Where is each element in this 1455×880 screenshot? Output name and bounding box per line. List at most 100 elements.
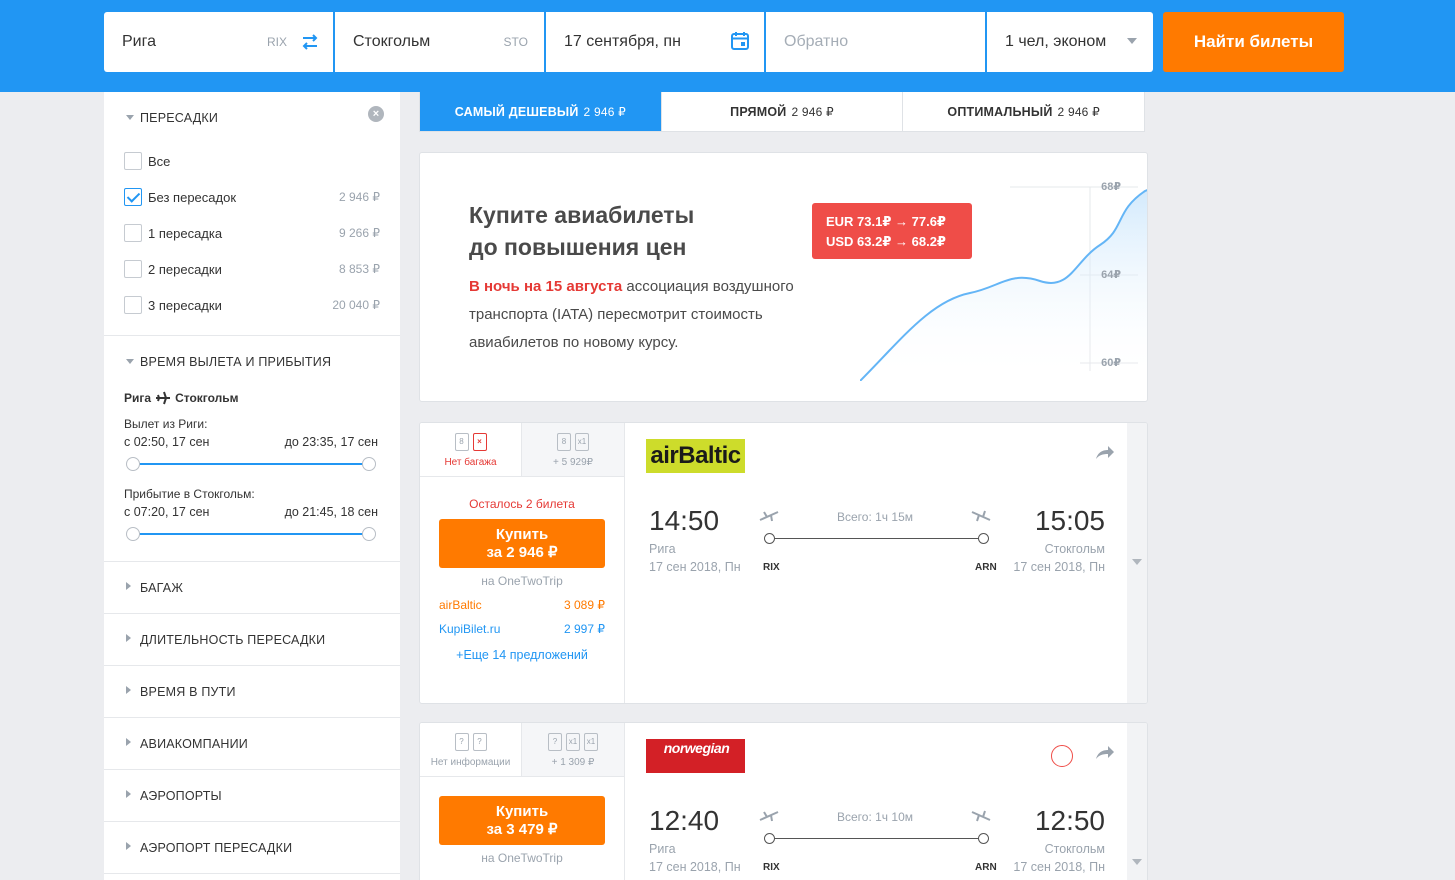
no-baggage-icon: × — [472, 433, 487, 451]
suitcase-icon: x1 — [575, 433, 589, 451]
search-header: Рига RIX Стокгольм STO 17 сентября, пн О… — [0, 0, 1455, 92]
passengers-select[interactable]: 1 чел, эконом — [987, 12, 1153, 72]
share-icon[interactable] — [1095, 443, 1115, 461]
swap-icon[interactable] — [301, 33, 319, 51]
airplane-icon — [156, 391, 171, 405]
arrival-time: 12:50 — [1034, 805, 1105, 836]
time-filter-header[interactable]: ВРЕМЯ ВЫЛЕТА И ПРИБЫТИЯ — [104, 336, 400, 387]
alt-offer-price[interactable]: 2 997 ₽ — [564, 622, 605, 636]
origin-field[interactable]: Рига RIX — [104, 12, 333, 72]
airlines-filter[interactable]: АВИАКОМПАНИИ — [104, 718, 400, 770]
stops-filter-header[interactable]: ПЕРЕСАДКИ × — [104, 92, 400, 143]
ticket-card[interactable]: ? ? Нет информации ? x1 x1 + 1 309 ₽ Куп… — [419, 722, 1148, 880]
arrival-city: Стокгольм — [1044, 542, 1105, 556]
slider-handle-min[interactable] — [126, 457, 140, 471]
clear-filter-icon[interactable]: × — [368, 106, 384, 122]
suitcase-icon: x1 — [566, 733, 580, 751]
flight-duration: Всего: 1ч 10м — [837, 810, 913, 824]
arrival-city: Стокгольм — [1044, 842, 1105, 856]
return-date-field[interactable]: Обратно — [766, 12, 985, 72]
checkbox[interactable] — [124, 152, 142, 170]
checkbox-checked[interactable] — [124, 188, 142, 206]
checkbox[interactable] — [124, 260, 142, 278]
stops-option-2[interactable]: 2 пересадки 8 853 ₽ — [124, 251, 380, 287]
suitcase-unknown-icon: ? — [472, 733, 487, 751]
baggage-filter-title: БАГАЖ — [140, 580, 184, 595]
alt-offer-price[interactable]: 3 089 ₽ — [564, 598, 605, 612]
stops-option-1[interactable]: 1 пересадка 9 266 ₽ — [124, 215, 380, 251]
departure-time: 12:40 — [649, 805, 720, 836]
baggage-option-none[interactable]: 8 × Нет багажа — [420, 423, 522, 476]
flight-details: norwegian 12:40 Рига 17 сен 2018, Пн Все… — [625, 723, 1127, 880]
seat-icon[interactable] — [1051, 745, 1073, 767]
chevron-right-icon — [126, 582, 131, 590]
alt-offer-agency[interactable]: airBaltic — [439, 598, 482, 612]
alt-offer[interactable]: airBaltic 3 089 ₽ — [420, 598, 624, 612]
baggage-option-unknown[interactable]: ? ? Нет информации — [420, 723, 522, 776]
stops-option-3[interactable]: 3 пересадки 20 040 ₽ — [124, 287, 380, 323]
depart-time-slider[interactable] — [126, 457, 376, 471]
price-increase-banner[interactable]: Купите авиабилеты до повышения цен В ноч… — [419, 152, 1148, 402]
stops-option-price: 2 946 ₽ — [339, 190, 380, 204]
time-filter-title: ВРЕМЯ ВЫЛЕТА И ПРИБЫТИЯ — [140, 354, 332, 369]
arrive-label: Прибытие в Стокгольм: — [124, 487, 255, 501]
expand-ticket-toggle[interactable] — [1127, 423, 1147, 703]
airports-filter[interactable]: АЭРОПОРТЫ — [104, 770, 400, 822]
travel-time-filter-title: ВРЕМЯ В ПУТИ — [140, 684, 236, 699]
banner-text-highlight: В ночь на 15 августа — [469, 278, 623, 295]
travel-time-filter[interactable]: ВРЕМЯ В ПУТИ — [104, 666, 400, 718]
stops-filter-title: ПЕРЕСАДКИ — [140, 110, 219, 125]
buy-button[interactable]: Купить за 3 479 ₽ — [439, 796, 605, 845]
arrive-time-slider[interactable] — [126, 527, 376, 541]
tab-price: 2 946 ₽ — [1057, 104, 1100, 119]
flight-details: airBaltic 14:50 Рига 17 сен 2018, Пн Все… — [625, 423, 1127, 703]
slider-handle-max[interactable] — [362, 457, 376, 471]
chart-y-label: 60₽ — [1101, 357, 1121, 369]
tab-label: ПРЯМОЙ — [730, 104, 787, 119]
tab-label: САМЫЙ ДЕШЕВЫЙ — [454, 104, 579, 119]
destination-city: Стокгольм — [353, 33, 431, 50]
seller-name: на OneTwoTrip — [481, 574, 563, 588]
ticket-card[interactable]: 8 × Нет багажа 8 x1 + 5 929₽ Осталось 2 … — [419, 422, 1148, 704]
route-from: Рига — [124, 391, 152, 405]
tab-optimal[interactable]: ОПТИМАЛЬНЫЙ 2 946 ₽ — [903, 92, 1144, 131]
departure-airport-code: RIX — [763, 562, 780, 573]
stops-option-label: Все — [148, 153, 171, 169]
chevron-right-icon — [126, 738, 131, 746]
checkbox[interactable] — [124, 224, 142, 242]
chevron-down-icon — [126, 115, 134, 120]
departure-date-field[interactable]: 17 сентября, пн — [546, 12, 764, 72]
alt-offer[interactable]: KupiBilet.ru 2 997 ₽ — [420, 622, 624, 636]
chevron-right-icon — [126, 686, 131, 694]
baggage-option-included[interactable]: 8 x1 + 5 929₽ — [522, 423, 624, 476]
more-offers-link[interactable]: +Еще 14 предложений — [420, 648, 624, 662]
baggage-option-included[interactable]: ? x1 x1 + 1 309 ₽ — [522, 723, 624, 776]
slider-handle-max[interactable] — [362, 527, 376, 541]
transfer-airport-filter[interactable]: АЭРОПОРТ ПЕРЕСАДКИ — [104, 822, 400, 874]
buy-button-label: Купить — [495, 525, 549, 543]
expand-ticket-toggle[interactable] — [1127, 723, 1147, 880]
chart-y-label: 64₽ — [1101, 269, 1121, 281]
baggage-filter[interactable]: БАГАЖ — [104, 562, 400, 614]
airline-logo: airBaltic — [646, 439, 745, 473]
rate-eur: EUR 73.1₽ → 77.6₽ — [826, 214, 946, 229]
tab-direct[interactable]: ПРЯМОЙ 2 946 ₽ — [662, 92, 904, 131]
layover-duration-filter[interactable]: ДЛИТЕЛЬНОСТЬ ПЕРЕСАДКИ — [104, 614, 400, 666]
time-filter: ВРЕМЯ ВЫЛЕТА И ПРИБЫТИЯ Рига Стокгольм В… — [104, 336, 400, 562]
share-icon[interactable] — [1095, 743, 1115, 761]
chevron-right-icon — [126, 634, 131, 642]
search-button[interactable]: Найти билеты — [1163, 12, 1344, 72]
buy-button[interactable]: Купить за 2 946 ₽ — [439, 519, 605, 568]
destination-field[interactable]: Стокгольм STO — [335, 12, 544, 72]
flight-duration: Всего: 1ч 15м — [837, 510, 913, 524]
calendar-icon[interactable] — [730, 31, 750, 51]
banner-title-line2: до повышения цен — [469, 234, 687, 260]
tab-cheapest[interactable]: САМЫЙ ДЕШЕВЫЙ 2 946 ₽ — [420, 92, 662, 131]
stops-option-all[interactable]: Все — [124, 143, 380, 179]
slider-handle-min[interactable] — [126, 527, 140, 541]
checkbox[interactable] — [124, 296, 142, 314]
banner-text: В ночь на 15 августа ассоциация воздушно… — [469, 273, 819, 357]
stops-option-direct[interactable]: Без пересадок 2 946 ₽ — [124, 179, 380, 215]
stops-option-price: 8 853 ₽ — [339, 262, 380, 276]
alt-offer-agency[interactable]: KupiBilet.ru — [439, 622, 500, 636]
